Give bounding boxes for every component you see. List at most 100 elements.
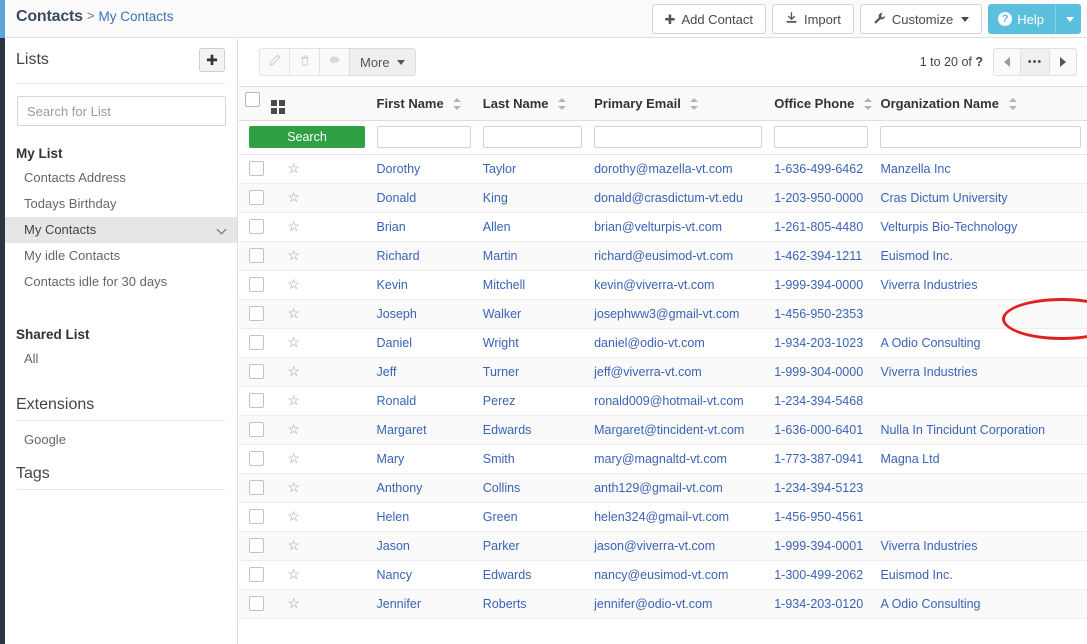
cell-primary-email[interactable]: ronald009@hotmail-vt.com (588, 386, 768, 415)
cell-organization-name[interactable]: Viverra Industries (874, 531, 1087, 560)
cell-office-phone[interactable]: 1-999-394-0000 (768, 270, 874, 299)
sidebar-item-my-idle-contacts[interactable]: My idle Contacts (5, 243, 237, 269)
comment-button[interactable] (319, 48, 349, 76)
row-checkbox[interactable] (249, 596, 264, 611)
cell-organization-name[interactable]: Viverra Industries (874, 270, 1087, 299)
sidebar-item-google[interactable]: Google (5, 427, 237, 453)
customize-button[interactable]: Customize (860, 4, 982, 34)
star-outline-icon[interactable]: ☆ (287, 392, 300, 408)
filter-input-office-phone[interactable] (774, 126, 868, 148)
chevron-down-icon[interactable] (217, 225, 227, 235)
add-contact-button[interactable]: ✚ Add Contact (652, 4, 766, 34)
cell-primary-email[interactable]: nancy@eusimod-vt.com (588, 560, 768, 589)
cell-last-name[interactable]: Wright (477, 328, 588, 357)
cell-primary-email[interactable]: donald@crasdictum-vt.edu (588, 183, 768, 212)
cell-office-phone[interactable]: 1-999-304-0000 (768, 357, 874, 386)
sort-icon[interactable] (690, 98, 699, 110)
cell-first-name[interactable]: Richard (371, 241, 477, 270)
cell-office-phone[interactable]: 1-456-950-4561 (768, 502, 874, 531)
sidebar-item-todays-birthday[interactable]: Todays Birthday (5, 191, 237, 217)
star-outline-icon[interactable]: ☆ (287, 334, 300, 350)
column-header-primary-email[interactable]: Primary Email (588, 87, 768, 120)
table-row[interactable]: ☆ RonaldPerezronald009@hotmail-vt.com1-23… (239, 386, 1087, 415)
search-button[interactable]: Search (249, 126, 365, 148)
row-checkbox[interactable] (249, 480, 264, 495)
row-checkbox[interactable] (249, 277, 264, 292)
cell-first-name[interactable]: Anthony (371, 473, 477, 502)
table-row[interactable]: ☆MargaretEdwardsMargaret@tincident-vt.co… (239, 415, 1087, 444)
cell-organization-name[interactable] (874, 299, 1087, 328)
cell-organization-name[interactable]: Manzella Inc (874, 154, 1087, 183)
sort-icon[interactable] (558, 98, 567, 110)
star-outline-icon[interactable]: ☆ (287, 508, 300, 524)
cell-last-name[interactable]: Walker (477, 299, 588, 328)
row-checkbox[interactable] (249, 219, 264, 234)
cell-organization-name[interactable]: Velturpis Bio-Technology (874, 212, 1087, 241)
filter-input-last-name[interactable] (483, 126, 582, 148)
star-outline-icon[interactable]: ☆ (287, 247, 300, 263)
row-checkbox[interactable] (249, 451, 264, 466)
cell-primary-email[interactable]: richard@eusimod-vt.com (588, 241, 768, 270)
cell-last-name[interactable]: Perez (477, 386, 588, 415)
cell-last-name[interactable]: Taylor (477, 154, 588, 183)
row-checkbox[interactable] (249, 422, 264, 437)
sidebar-item-contacts-address[interactable]: Contacts Address (5, 165, 237, 191)
cell-first-name[interactable]: Ronald (371, 386, 477, 415)
table-row[interactable]: ☆JeffTurnerjeff@viverra-vt.com1-999-304-… (239, 357, 1087, 386)
cell-office-phone[interactable]: 1-261-805-4480 (768, 212, 874, 241)
cell-primary-email[interactable]: Margaret@tincident-vt.com (588, 415, 768, 444)
cell-primary-email[interactable]: brian@velturpis-vt.com (588, 212, 768, 241)
cell-primary-email[interactable]: josephww3@gmail-vt.com (588, 299, 768, 328)
cell-organization-name[interactable]: Magna Ltd (874, 444, 1087, 473)
cell-first-name[interactable]: Margaret (371, 415, 477, 444)
cell-primary-email[interactable]: mary@magnaltd-vt.com (588, 444, 768, 473)
more-button[interactable]: More (349, 48, 416, 76)
row-checkbox[interactable] (249, 306, 264, 321)
star-outline-icon[interactable]: ☆ (287, 189, 300, 205)
star-outline-icon[interactable]: ☆ (287, 160, 300, 176)
cell-primary-email[interactable]: jeff@viverra-vt.com (588, 357, 768, 386)
cell-organization-name[interactable] (874, 473, 1087, 502)
cell-office-phone[interactable]: 1-636-000-6401 (768, 415, 874, 444)
cell-last-name[interactable]: Edwards (477, 560, 588, 589)
cell-last-name[interactable]: Allen (477, 212, 588, 241)
cell-primary-email[interactable]: jason@viverra-vt.com (588, 531, 768, 560)
table-row[interactable]: ☆NancyEdwardsnancy@eusimod-vt.com1-300-4… (239, 560, 1087, 589)
star-outline-icon[interactable]: ☆ (287, 363, 300, 379)
column-header-office-phone[interactable]: Office Phone (768, 87, 874, 120)
cell-first-name[interactable]: Daniel (371, 328, 477, 357)
cell-last-name[interactable]: Green (477, 502, 588, 531)
cell-first-name[interactable]: Joseph (371, 299, 477, 328)
star-outline-icon[interactable]: ☆ (287, 305, 300, 321)
filter-input-organization-name[interactable] (880, 126, 1081, 148)
cell-last-name[interactable]: Parker (477, 531, 588, 560)
table-row[interactable]: ☆JenniferRobertsjennifer@odio-vt.com1-93… (239, 589, 1087, 618)
help-button[interactable]: ? Help (988, 4, 1055, 34)
cell-office-phone[interactable]: 1-234-394-5123 (768, 473, 874, 502)
cell-office-phone[interactable]: 1-462-394-1211 (768, 241, 874, 270)
cell-organization-name[interactable] (874, 386, 1087, 415)
cell-office-phone[interactable]: 1-203-950-0000 (768, 183, 874, 212)
star-outline-icon[interactable]: ☆ (287, 276, 300, 292)
import-button[interactable]: Import (772, 4, 854, 34)
cell-office-phone[interactable]: 1-300-499-2062 (768, 560, 874, 589)
cell-primary-email[interactable]: anth129@gmail-vt.com (588, 473, 768, 502)
delete-button[interactable] (289, 48, 319, 76)
cell-organization-name[interactable]: Euismod Inc. (874, 241, 1087, 270)
cell-office-phone[interactable]: 1-234-394-5468 (768, 386, 874, 415)
cell-primary-email[interactable]: dorothy@mazella-vt.com (588, 154, 768, 183)
table-row[interactable]: ☆BrianAllenbrian@velturpis-vt.com1-261-8… (239, 212, 1087, 241)
cell-last-name[interactable]: Turner (477, 357, 588, 386)
cell-first-name[interactable]: Brian (371, 212, 477, 241)
cell-first-name[interactable]: Jennifer (371, 589, 477, 618)
cell-first-name[interactable]: Donald (371, 183, 477, 212)
edit-button[interactable] (259, 48, 289, 76)
star-outline-icon[interactable]: ☆ (287, 421, 300, 437)
cell-primary-email[interactable]: helen324@gmail-vt.com (588, 502, 768, 531)
row-checkbox[interactable] (249, 567, 264, 582)
cell-organization-name[interactable]: A Odio Consulting (874, 589, 1087, 618)
sidebar-item-my-contacts[interactable]: My Contacts (5, 217, 237, 243)
cell-primary-email[interactable]: daniel@odio-vt.com (588, 328, 768, 357)
cell-first-name[interactable]: Jason (371, 531, 477, 560)
cell-first-name[interactable]: Helen (371, 502, 477, 531)
